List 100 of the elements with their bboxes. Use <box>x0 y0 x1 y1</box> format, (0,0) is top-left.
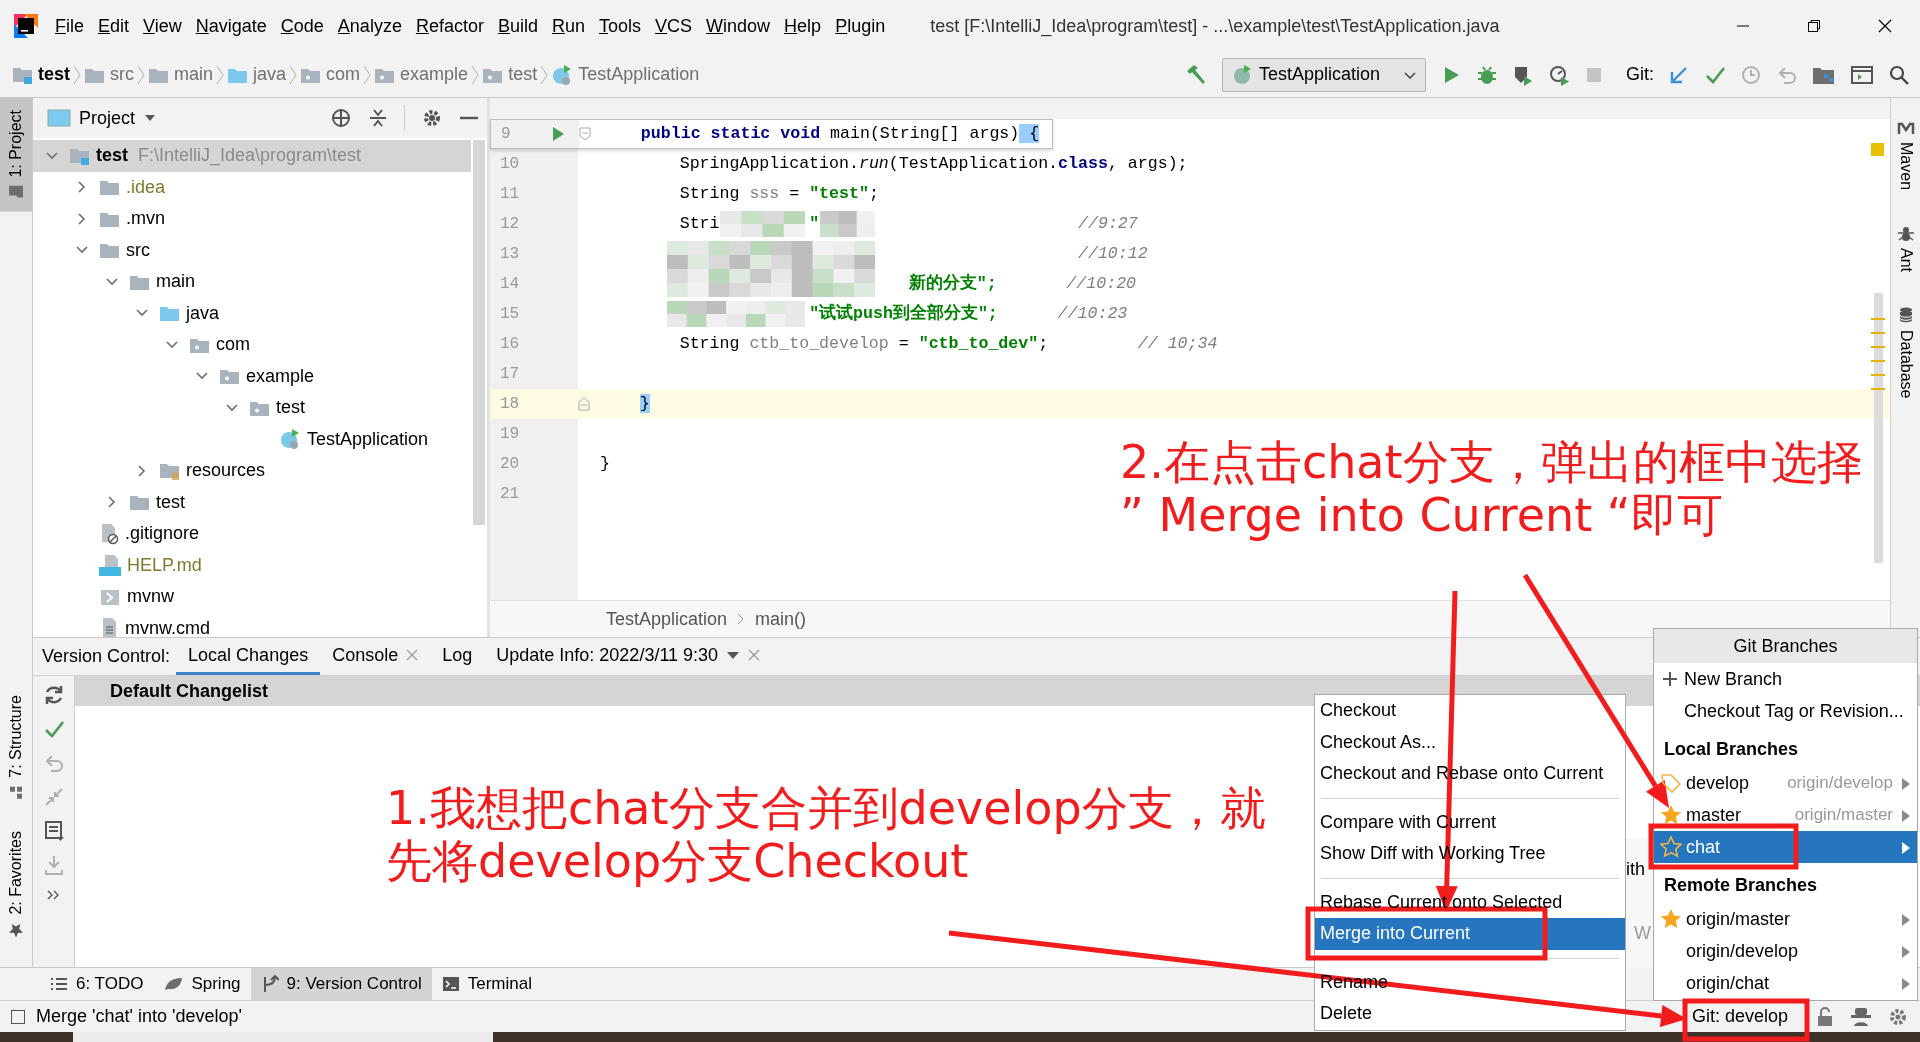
tree-item[interactable]: .gitignore <box>33 518 471 550</box>
branch-item[interactable]: master origin/master <box>1654 799 1917 831</box>
close-icon[interactable] <box>406 649 419 661</box>
annotation-text: 1.我想把chat分支合并到develop分支，就 先将develop分支Checkout <box>386 782 1266 889</box>
menu-item[interactable]: Build <box>490 12 545 40</box>
tree-item[interactable]: .mvn <box>33 203 471 235</box>
branch-item[interactable]: origin/master <box>1654 903 1917 935</box>
menu-item[interactable]: VCS <box>648 12 700 40</box>
breadcrumb-item[interactable]: main() <box>755 605 807 633</box>
lock-icon[interactable] <box>1816 1006 1834 1027</box>
folder-icon <box>99 241 120 260</box>
menu-item[interactable]: Analyze <box>330 12 409 40</box>
gauge-icon[interactable] <box>1548 63 1570 86</box>
tree-label: test <box>96 144 128 168</box>
tree-item[interactable]: src <box>33 234 471 266</box>
menu-item[interactable]: Checkout Tag or Revision... <box>1654 695 1917 727</box>
folder-icon <box>8 185 24 200</box>
tree-item[interactable]: test <box>33 486 471 518</box>
menu-item[interactable]: Checkout As... <box>1315 726 1625 758</box>
menu-item[interactable]: Code <box>273 12 331 40</box>
annotation-text: 2.在点击chat分支，弹出的框中选择 ” Merge into Current “即可 <box>1120 436 1863 543</box>
menu-item[interactable]: View <box>136 12 189 40</box>
menu-item[interactable]: Checkout <box>1315 695 1625 727</box>
menu-item[interactable]: Navigate <box>188 12 274 40</box>
breadcrumb-item[interactable]: src <box>110 61 134 88</box>
tool-window-tab[interactable]: Spring <box>153 968 251 1000</box>
gear-icon[interactable] <box>1888 1006 1908 1027</box>
breadcrumb-item[interactable]: test <box>508 61 538 88</box>
code-text: } <box>639 392 650 415</box>
tool-window-tab[interactable]: 9: Version Control <box>250 968 432 1000</box>
fold-marker-icon[interactable] <box>579 127 591 141</box>
search-icon[interactable] <box>1888 63 1910 86</box>
git-branch-widget[interactable]: Git: develop <box>1685 1002 1794 1031</box>
tool-window-tab[interactable]: 6: TODO <box>40 968 154 1000</box>
breadcrumb-item[interactable]: TestApplication <box>606 605 728 633</box>
crosshair-icon[interactable] <box>330 107 352 129</box>
menu-item[interactable]: Tools <box>592 12 649 40</box>
menu-item[interactable]: Run <box>544 12 592 40</box>
menu-item[interactable]: Edit <box>91 12 137 40</box>
breadcrumb-item[interactable]: example <box>400 61 469 88</box>
branch-item[interactable]: origin/chat <box>1654 967 1917 999</box>
breadcrumb-item[interactable]: test <box>38 61 70 88</box>
tree-item[interactable]: mvnw <box>33 581 471 613</box>
tree-path: F:\IntelliJ_Idea\program\test <box>138 144 362 168</box>
tree-item[interactable]: .idea <box>33 171 471 203</box>
tool-window-tab[interactable]: 7: Structure <box>0 682 32 812</box>
breadcrumb-item[interactable]: TestApplication <box>578 61 700 88</box>
menu-item[interactable]: New Branch <box>1654 663 1917 695</box>
gear-icon[interactable] <box>421 107 443 129</box>
tree-item[interactable]: TestApplication <box>33 423 471 455</box>
more-icon[interactable] <box>46 888 61 902</box>
fold-marker-icon[interactable] <box>578 397 590 411</box>
scrollbar[interactable] <box>473 140 485 525</box>
database-icon <box>1897 306 1914 325</box>
tree-item[interactable]: example <box>33 360 471 392</box>
tab[interactable]: Console <box>320 638 431 675</box>
tool-window-tab[interactable]: 1: Project <box>0 98 32 212</box>
changelist-icon[interactable] <box>42 820 65 842</box>
tool-window-tab[interactable]: Maven <box>1891 112 1920 199</box>
tree-item[interactable]: resources <box>33 455 471 487</box>
collapse-all-icon[interactable] <box>368 107 388 129</box>
tool-window-tab[interactable]: 2: Favorites <box>0 819 32 951</box>
structure-icon <box>9 785 23 800</box>
breadcrumb-item[interactable]: java <box>253 61 287 88</box>
tab[interactable]: Log <box>430 638 485 675</box>
menu-item[interactable]: Window <box>699 12 778 40</box>
menu-item[interactable]: Plugin <box>828 12 893 40</box>
folder-icon <box>99 178 120 197</box>
tree-item[interactable]: test F:\IntelliJ_Idea\program\test <box>33 140 471 172</box>
menu-item[interactable]: Delete <box>1315 998 1625 1030</box>
tree-item[interactable]: mvnw.cmd <box>33 612 471 637</box>
tree-item[interactable]: com <box>33 329 471 361</box>
tree-item[interactable]: test <box>33 392 471 424</box>
menu-item[interactable]: Help <box>777 12 829 40</box>
person-hat-icon[interactable] <box>1850 1006 1872 1027</box>
tab[interactable]: Update Info: 2022/3/11 9:30 <box>484 638 773 675</box>
branch-item[interactable]: develop origin/develop <box>1654 767 1917 799</box>
code-text: // 10;34 <box>1137 332 1218 355</box>
tree-label: .mvn <box>126 207 165 231</box>
close-icon[interactable] <box>748 649 761 661</box>
tree-label: main <box>156 270 195 294</box>
tool-window-tab[interactable]: Database <box>1891 298 1920 407</box>
tree-item[interactable]: java <box>33 297 471 329</box>
menu-item[interactable]: File <box>48 12 91 40</box>
tool-window-tab[interactable]: Terminal <box>431 968 542 1000</box>
line-number: 14 <box>500 274 520 295</box>
menu-item[interactable]: Merge into Current <box>1315 918 1625 950</box>
branch-item[interactable]: chat <box>1654 831 1917 863</box>
breadcrumb-item[interactable]: main <box>174 61 214 88</box>
run-configuration-dropdown[interactable]: TestApplication <box>1222 57 1426 92</box>
tree-item[interactable]: HELP.md <box>33 549 471 581</box>
square-icon[interactable] <box>10 1008 26 1025</box>
tracked-branch: origin/master <box>1794 804 1893 827</box>
tree-item[interactable]: main <box>33 266 471 298</box>
menu-item[interactable]: Refactor <box>408 12 491 40</box>
tool-window-tab[interactable]: Ant <box>1891 216 1920 281</box>
branch-item[interactable]: origin/develop <box>1654 935 1917 967</box>
terminal-icon <box>441 976 460 992</box>
window-icon[interactable] <box>1850 63 1874 86</box>
breadcrumb-item[interactable]: com <box>326 61 361 88</box>
